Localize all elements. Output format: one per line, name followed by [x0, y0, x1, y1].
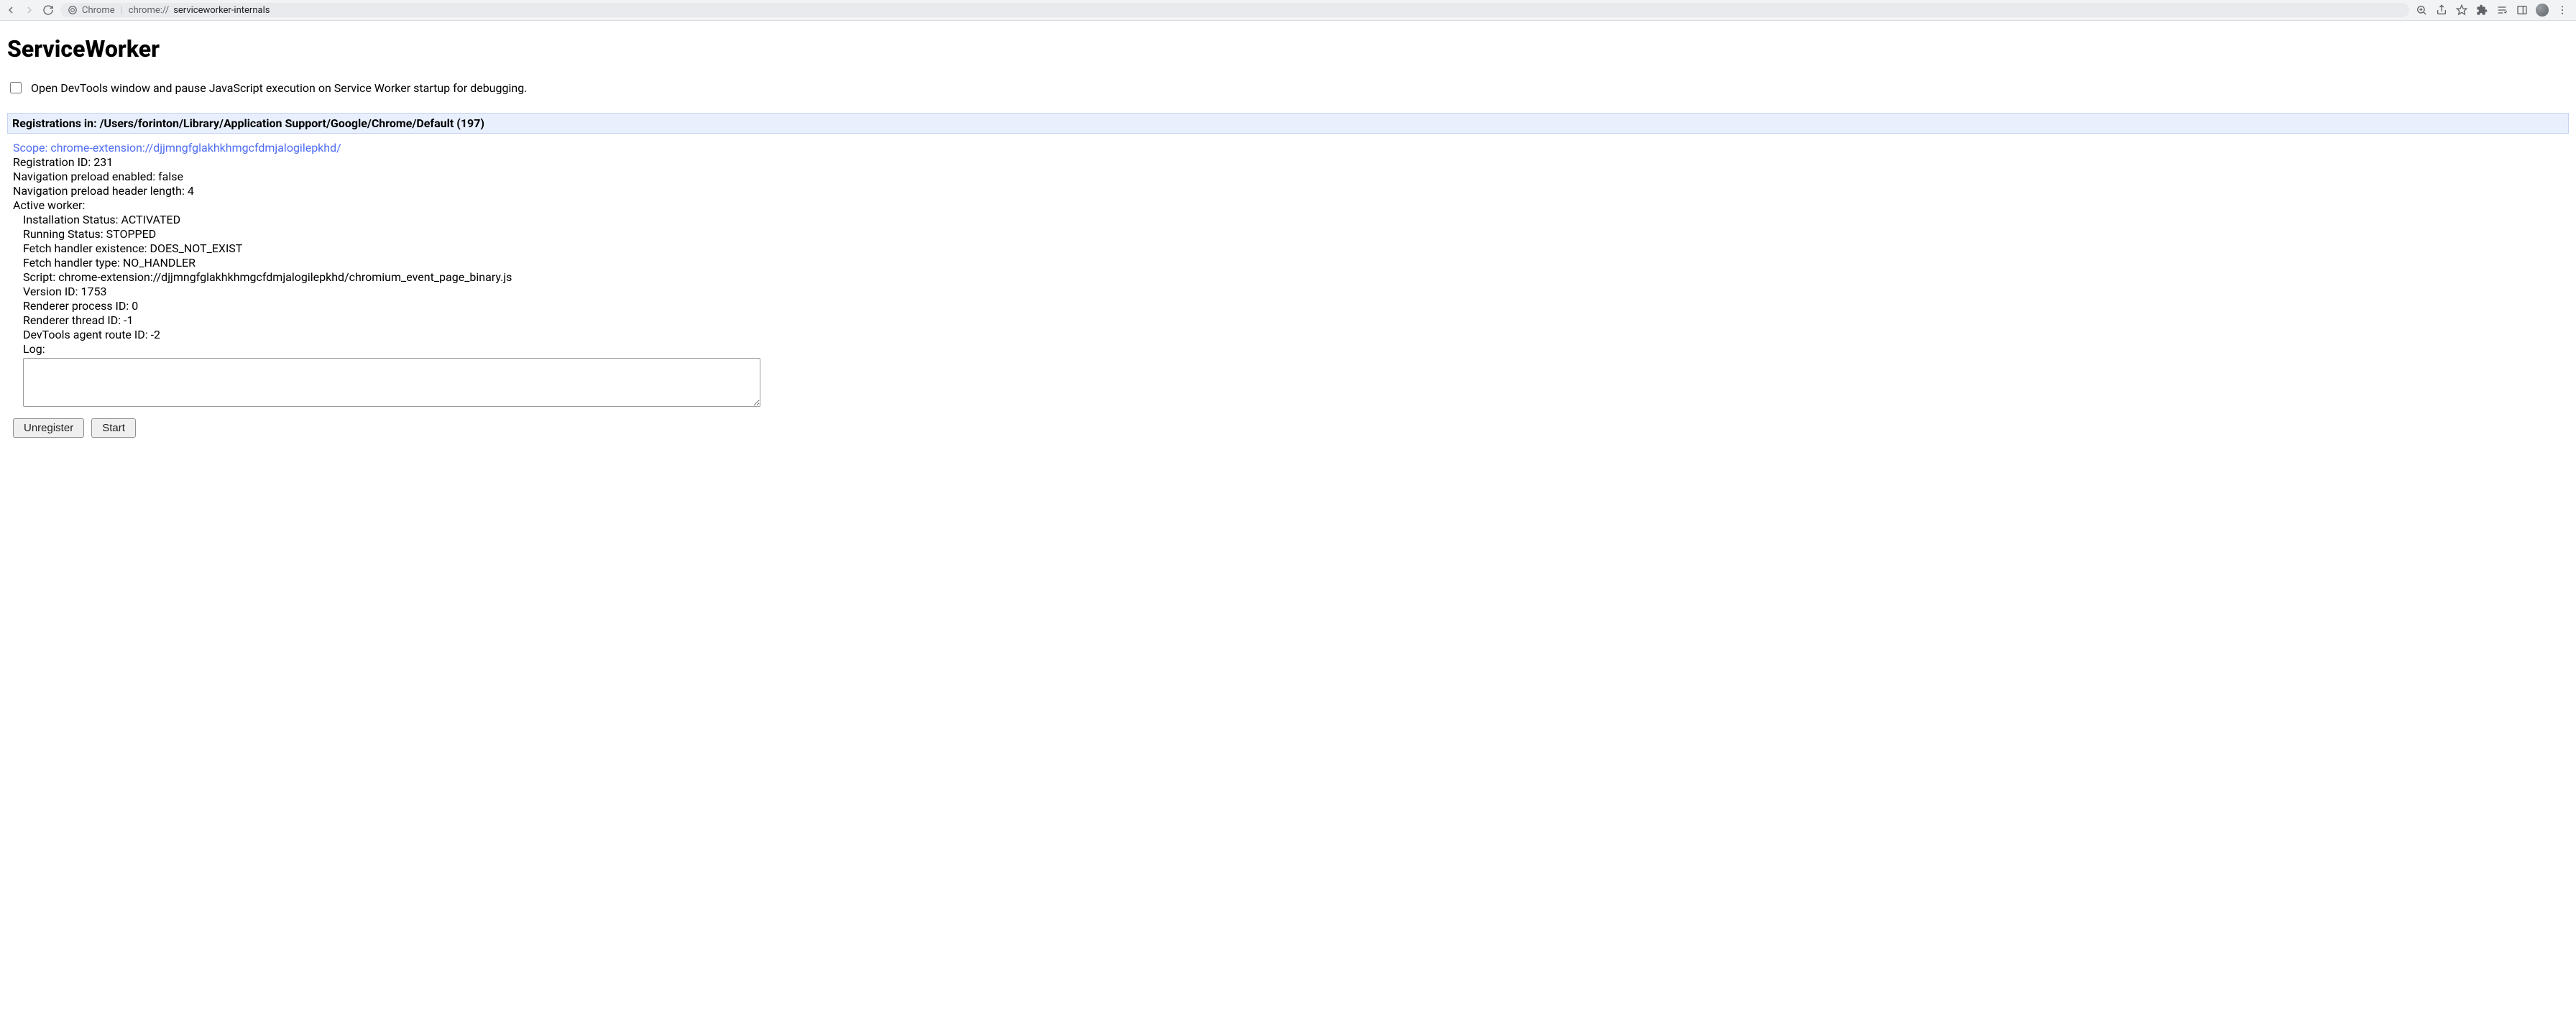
- unregister-button[interactable]: Unregister: [13, 418, 84, 438]
- forward-button[interactable]: [23, 4, 36, 17]
- toolbar-right: [2415, 4, 2572, 17]
- profile-avatar[interactable]: [2536, 4, 2549, 17]
- extensions-icon[interactable]: [2475, 4, 2488, 17]
- fetch-handler-type: Fetch handler type: NO_HANDLER: [23, 256, 2563, 270]
- reading-list-icon[interactable]: [2496, 4, 2508, 17]
- url-scheme: chrome://: [129, 5, 169, 16]
- entry-buttons: Unregister Start: [13, 418, 2563, 438]
- site-info-icon[interactable]: [68, 5, 78, 15]
- page-content: ServiceWorker Open DevTools window and p…: [0, 21, 2576, 451]
- registration-entry: Scope: chrome-extension://djjmngfglakhkh…: [7, 134, 2569, 443]
- debug-checkbox[interactable]: [10, 82, 22, 93]
- address-bar[interactable]: Chrome | chrome://serviceworker-internal…: [60, 3, 2409, 17]
- share-icon[interactable]: [2435, 4, 2448, 17]
- log-textarea[interactable]: [23, 358, 760, 407]
- back-button[interactable]: [4, 4, 17, 17]
- nav-preload-header-length: Navigation preload header length: 4: [13, 184, 2563, 198]
- url-path: serviceworker-internals: [173, 5, 270, 16]
- fetch-handler-existence: Fetch handler existence: DOES_NOT_EXIST: [23, 242, 2563, 256]
- zoom-icon[interactable]: [2415, 4, 2428, 17]
- installation-status: Installation Status: ACTIVATED: [23, 213, 2563, 227]
- log-label: Log:: [23, 342, 2563, 356]
- scope-link[interactable]: Scope: chrome-extension://djjmngfglakhkh…: [13, 141, 341, 155]
- nav-preload-enabled: Navigation preload enabled: false: [13, 170, 2563, 184]
- running-status: Running Status: STOPPED: [23, 227, 2563, 242]
- browser-toolbar: Chrome | chrome://serviceworker-internal…: [0, 0, 2576, 21]
- kebab-menu-icon[interactable]: [2556, 4, 2569, 17]
- side-panel-icon[interactable]: [2516, 4, 2529, 17]
- active-worker-label: Active worker:: [13, 198, 2563, 213]
- registration-id: Registration ID: 231: [13, 155, 2563, 170]
- start-button[interactable]: Start: [91, 418, 136, 438]
- renderer-thread-id: Renderer thread ID: -1: [23, 313, 2563, 328]
- debug-checkbox-row[interactable]: Open DevTools window and pause JavaScrip…: [7, 80, 2569, 96]
- renderer-process-id: Renderer process ID: 0: [23, 299, 2563, 313]
- reload-button[interactable]: [42, 4, 55, 17]
- registrations-header: Registrations in: /Users/forinton/Librar…: [7, 113, 2569, 134]
- bookmark-star-icon[interactable]: [2455, 4, 2468, 17]
- active-worker-block: Installation Status: ACTIVATED Running S…: [23, 213, 2563, 407]
- devtools-route-id: DevTools agent route ID: -2: [23, 328, 2563, 342]
- worker-script: Script: chrome-extension://djjmngfglakhk…: [23, 270, 2563, 285]
- url-origin-label: Chrome: [82, 5, 115, 16]
- version-id: Version ID: 1753: [23, 285, 2563, 299]
- debug-checkbox-label: Open DevTools window and pause JavaScrip…: [31, 81, 527, 95]
- page-title: ServiceWorker: [7, 35, 2569, 63]
